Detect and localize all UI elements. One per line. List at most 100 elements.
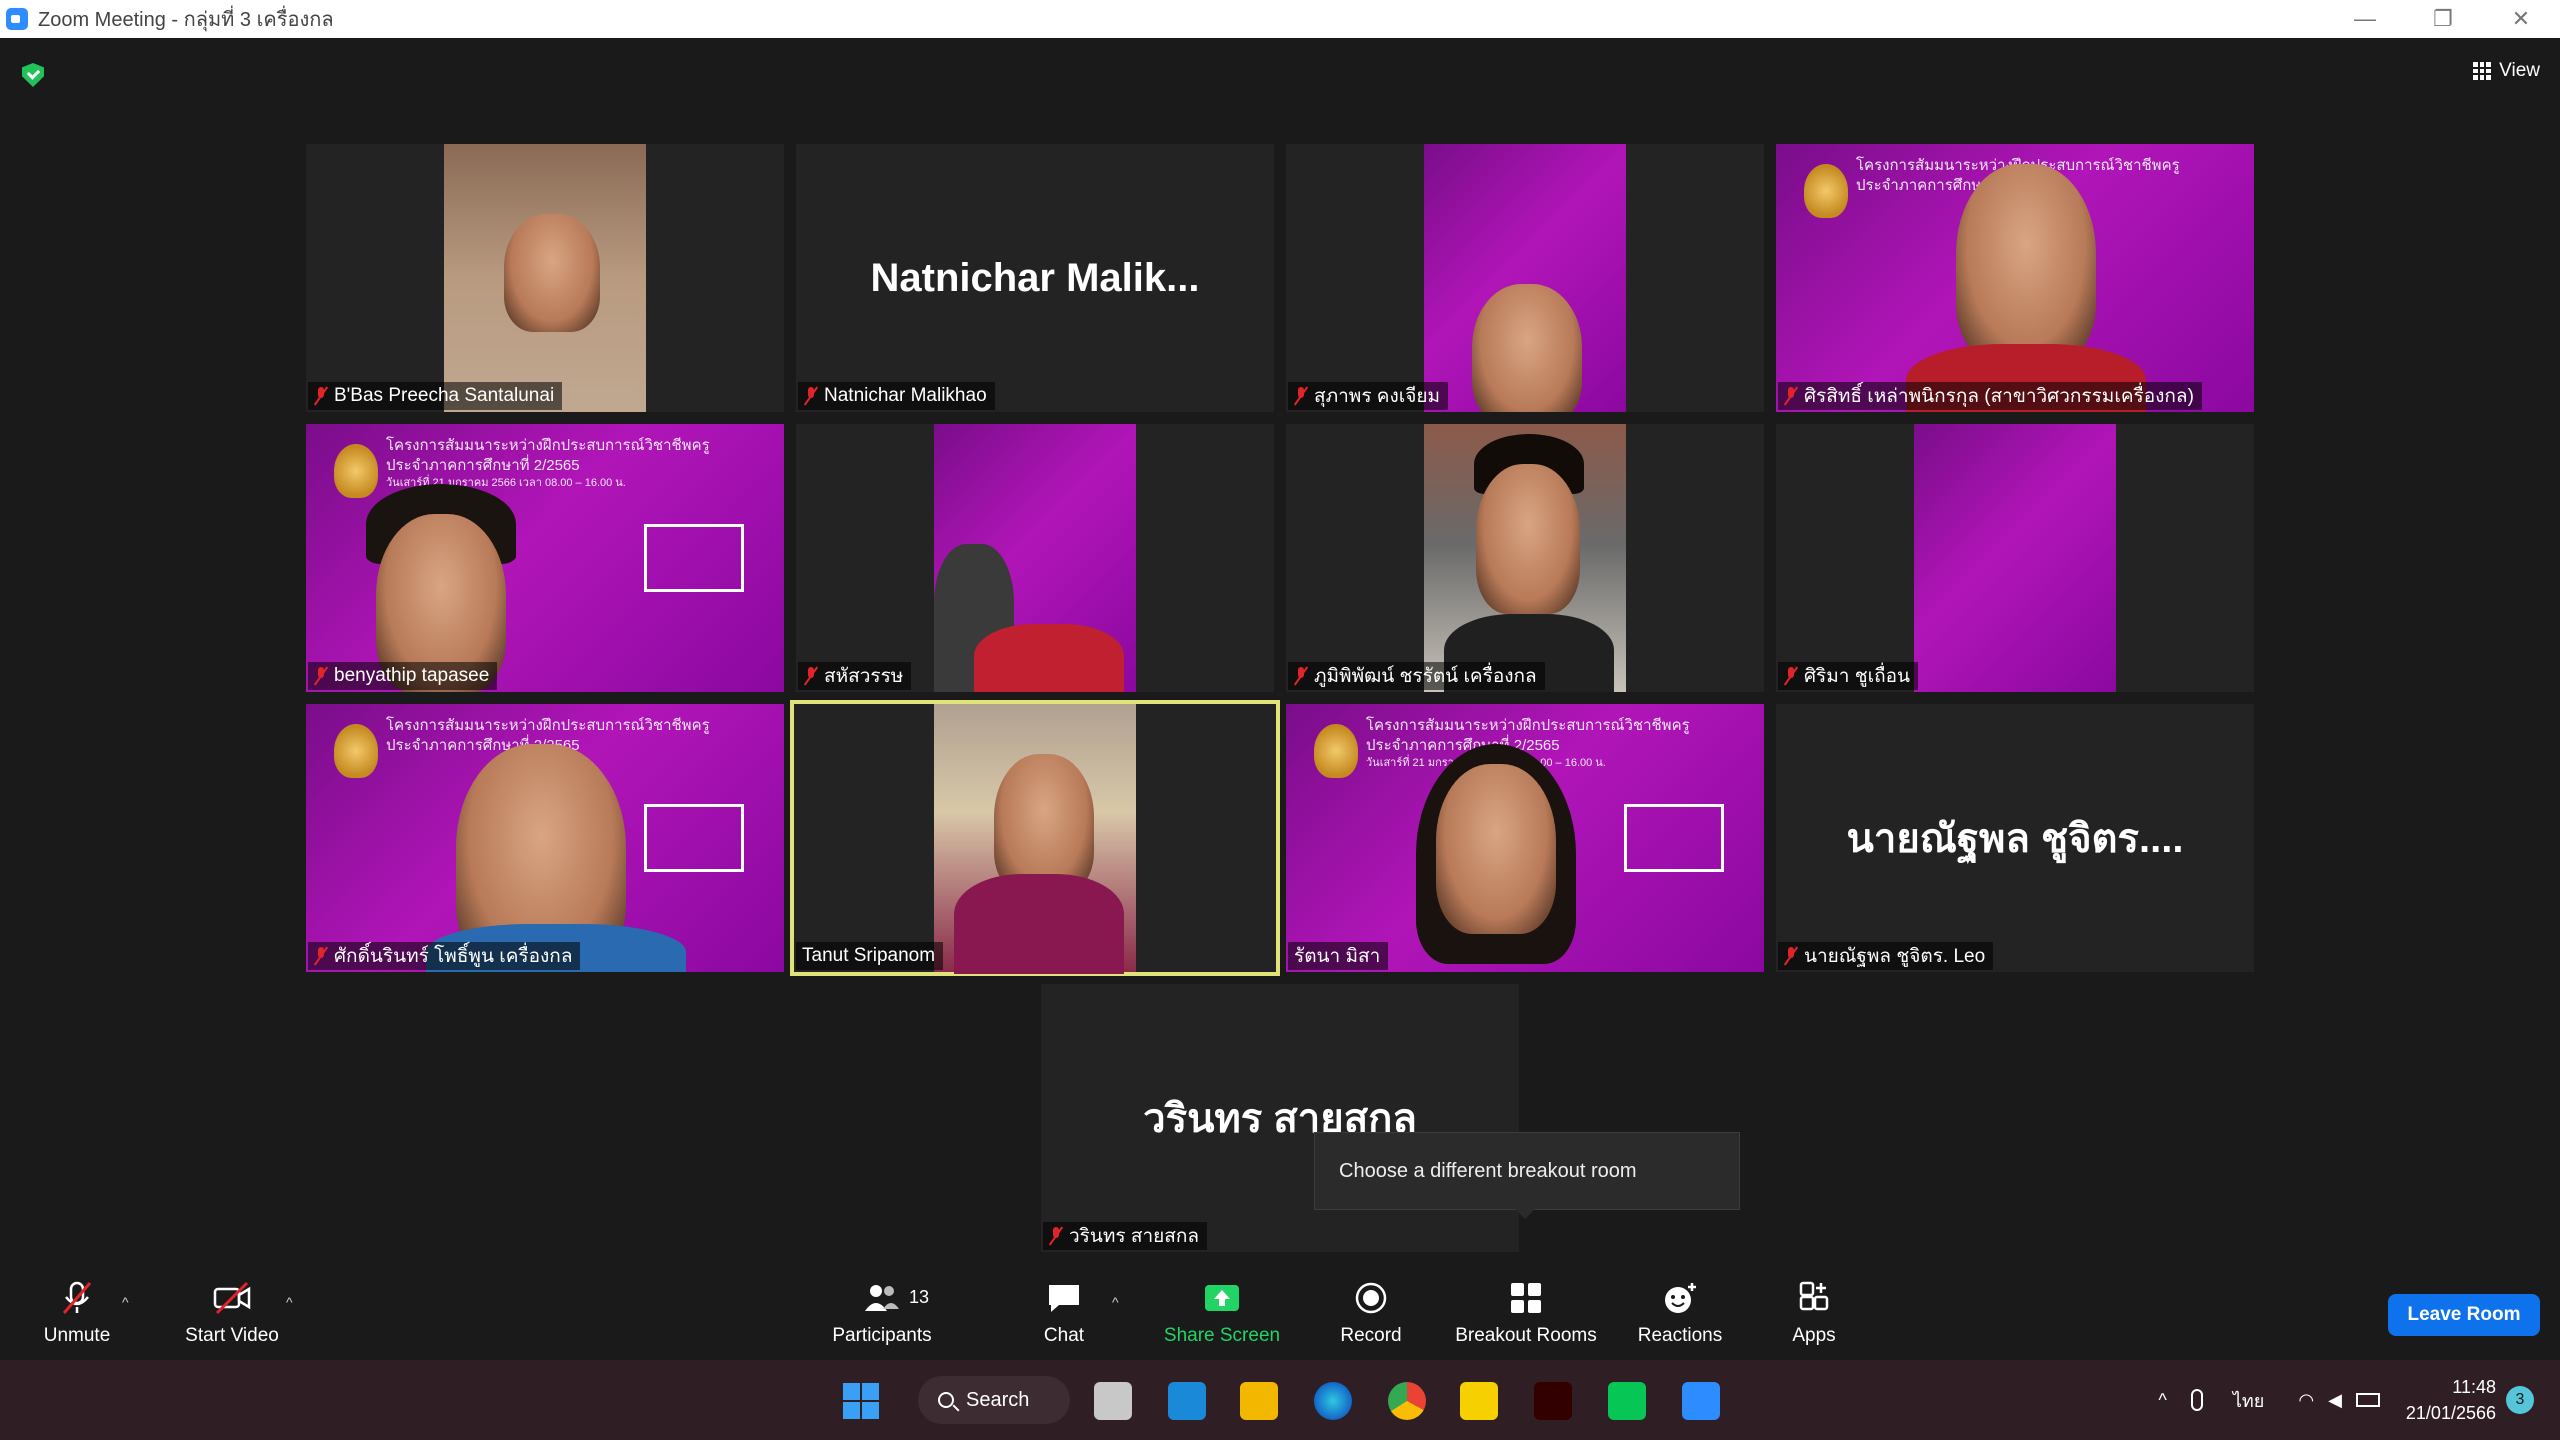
search-icon	[938, 1392, 954, 1408]
participant-name: ศักดิ์นรินทร์ โพธิ์พูน เครื่องกล	[334, 946, 573, 967]
participant-tile[interactable]: สหัสวรรษ	[796, 424, 1274, 692]
participant-name: ศิริมา ชูเถื่อน	[1804, 666, 1911, 687]
lightshot-app-icon[interactable]	[1168, 1382, 1206, 1420]
active-speaker-tile[interactable]: Tanut Sripanom	[790, 700, 1280, 976]
volume-icon[interactable]: ◀	[2328, 1390, 2342, 1411]
participant-video	[444, 144, 646, 412]
microphone-icon[interactable]	[2190, 1389, 2203, 1411]
zoom-taskbar-icon[interactable]	[1682, 1382, 1720, 1420]
close-button[interactable]: ✕	[2482, 0, 2560, 38]
record-button[interactable]: Record	[1336, 1268, 1406, 1360]
participant-nametag: Natnichar Malikhao	[798, 382, 995, 410]
participant-tile[interactable]: B'Bas Preecha Santalunai	[306, 144, 784, 412]
chat-icon	[1045, 1281, 1083, 1315]
breakout-rooms-button[interactable]: Breakout Rooms	[1452, 1268, 1600, 1360]
adobe-illustrator-icon[interactable]	[1534, 1382, 1572, 1420]
zoom-app-icon	[6, 8, 28, 30]
participant-nametag: ศิรสิทธิ์ เหล่าพนิกรกุล (สาขาวิศวกรรมเคร…	[1778, 382, 2202, 410]
participant-tile[interactable]: โครงการสัมมนาระหว่างฝึกประสบการณ์วิชาชีพ…	[306, 424, 784, 692]
university-emblem-icon	[1804, 164, 1848, 218]
mic-muted-icon	[314, 386, 328, 406]
meeting-toolbar: Unmute ^ Start Video ^ 13 Participants C…	[0, 1268, 2560, 1360]
participant-nametag: ศักดิ์นรินทร์ โพธิ์พูน เครื่องกล	[308, 942, 581, 970]
meeting-area: View B'Bas Preecha Santalunai Natnichar …	[0, 38, 2560, 1280]
participant-tile[interactable]: ภูมิพิพัฒน์ ชรรัตน์ เครื่องกล	[1286, 424, 1764, 692]
university-emblem-icon	[334, 444, 378, 498]
chrome-browser-icon[interactable]	[1388, 1382, 1426, 1420]
participant-tile[interactable]: Natnichar Malik... Natnichar Malikhao	[796, 144, 1274, 412]
mic-muted-icon	[1294, 666, 1308, 686]
edge-browser-icon[interactable]	[1314, 1382, 1352, 1420]
audio-options-caret[interactable]: ^	[122, 1294, 129, 1310]
share-screen-icon	[1203, 1281, 1241, 1315]
participant-display-name: นายณัฐพล ชูจิตร....	[1846, 817, 2184, 861]
file-explorer-icon[interactable]	[1240, 1382, 1278, 1420]
mic-muted-icon	[804, 666, 818, 686]
participant-nametag: วรินทร สายสกล	[1043, 1222, 1208, 1250]
whiteboard-graphic	[644, 524, 744, 592]
video-options-caret[interactable]: ^	[286, 1294, 293, 1310]
chat-button[interactable]: Chat	[1036, 1268, 1092, 1360]
chat-options-caret[interactable]: ^	[1112, 1294, 1119, 1310]
participant-tile[interactable]: นายณัฐพล ชูจิตร.... นายณัฐพล ชูจิตร. Leo	[1776, 704, 2254, 972]
participant-name: Tanut Sripanom	[802, 945, 936, 966]
mic-muted-icon	[1784, 666, 1798, 686]
participant-tile[interactable]: สุภาพร คงเจียม	[1286, 144, 1764, 412]
start-video-button[interactable]: Start Video	[180, 1268, 284, 1360]
participant-name: Natnichar Malikhao	[824, 385, 987, 406]
windows-start-icon[interactable]	[842, 1382, 880, 1420]
breakout-rooms-icon	[1507, 1281, 1545, 1315]
input-language[interactable]: ไทย	[2233, 1386, 2264, 1415]
participant-video	[934, 424, 1136, 692]
share-screen-button[interactable]: Share Screen	[1160, 1268, 1284, 1360]
participant-video: โครงการสัมมนาระหว่างฝึกประสบการณ์วิชาชีพ…	[1776, 144, 2254, 412]
clock[interactable]: 11:48 21/01/2566	[2406, 1374, 2496, 1426]
participant-nametag: Tanut Sripanom	[796, 942, 944, 970]
search-label: Search	[966, 1388, 1030, 1411]
participant-tile[interactable]: โครงการสัมมนาระหว่างฝึกประสบการณ์วิชาชีพ…	[1776, 144, 2254, 412]
mic-muted-icon	[314, 946, 328, 966]
task-view-icon[interactable]	[1094, 1382, 1132, 1420]
participant-tile[interactable]: โครงการสัมมนาระหว่างฝึกประสบการณ์วิชาชีพ…	[1286, 704, 1764, 972]
restore-button[interactable]: ❐	[2404, 0, 2482, 38]
participant-shirt	[954, 874, 1124, 974]
breakout-room-tooltip: Choose a different breakout room	[1314, 1132, 1740, 1219]
participants-button[interactable]: 13 Participants	[826, 1268, 938, 1360]
title-bar: Zoom Meeting - กลุ่มที่ 3 เครื่องกล — ❐ …	[0, 0, 2560, 38]
participant-name: benyathip tapasee	[334, 665, 490, 686]
mic-muted-icon	[314, 666, 328, 686]
minimize-button[interactable]: —	[2326, 0, 2404, 38]
participant-display-name: Natnichar Malik...	[870, 255, 1200, 300]
security-shield-icon[interactable]	[22, 63, 44, 87]
participant-tile[interactable]: วรินทร สายสกล วรินทร สายสกล	[1041, 984, 1519, 1252]
participants-count: 13	[909, 1287, 930, 1307]
reactions-button[interactable]: Reactions	[1634, 1268, 1726, 1360]
grid-view-icon	[2473, 62, 2492, 80]
wifi-icon[interactable]: ◠	[2298, 1390, 2314, 1411]
university-emblem-icon	[334, 724, 378, 778]
participant-nametag: benyathip tapasee	[308, 662, 498, 690]
sticky-notes-icon[interactable]	[1460, 1382, 1498, 1420]
apps-button[interactable]: Apps	[1786, 1268, 1842, 1360]
record-icon	[1352, 1281, 1390, 1315]
participant-tile[interactable]: ศิริมา ชูเถื่อน	[1776, 424, 2254, 692]
participant-nametag: สหัสวรรษ	[798, 662, 912, 690]
battery-icon[interactable]	[2355, 1393, 2380, 1407]
participant-video: โครงการสัมมนาระหว่างฝึกประสบการณ์วิชาชีพ…	[1286, 704, 1764, 972]
notification-badge[interactable]: 3	[2506, 1386, 2534, 1414]
tray-overflow-caret[interactable]: ^	[2158, 1390, 2166, 1411]
mic-muted-icon	[58, 1281, 96, 1315]
taskbar-search[interactable]: Search	[918, 1376, 1070, 1424]
mic-muted-icon	[1784, 386, 1798, 406]
leave-room-button[interactable]: Leave Room	[2388, 1294, 2540, 1336]
participant-face	[994, 754, 1094, 894]
unmute-button[interactable]: Unmute	[36, 1268, 118, 1360]
participant-nametag: รัตนา มิสา	[1288, 942, 1389, 970]
participant-tile[interactable]: โครงการสัมมนาระหว่างฝึกประสบการณ์วิชาชีพ…	[306, 704, 784, 972]
clock-date: 21/01/2566	[2405, 1403, 2496, 1423]
participant-video	[934, 704, 1136, 974]
participant-video: โครงการสัมมนาระหว่างฝึกประสบการณ์วิชาชีพ…	[306, 704, 784, 972]
participant-shirt	[974, 624, 1124, 692]
view-button[interactable]: View	[2473, 54, 2540, 88]
line-app-icon[interactable]	[1608, 1382, 1646, 1420]
